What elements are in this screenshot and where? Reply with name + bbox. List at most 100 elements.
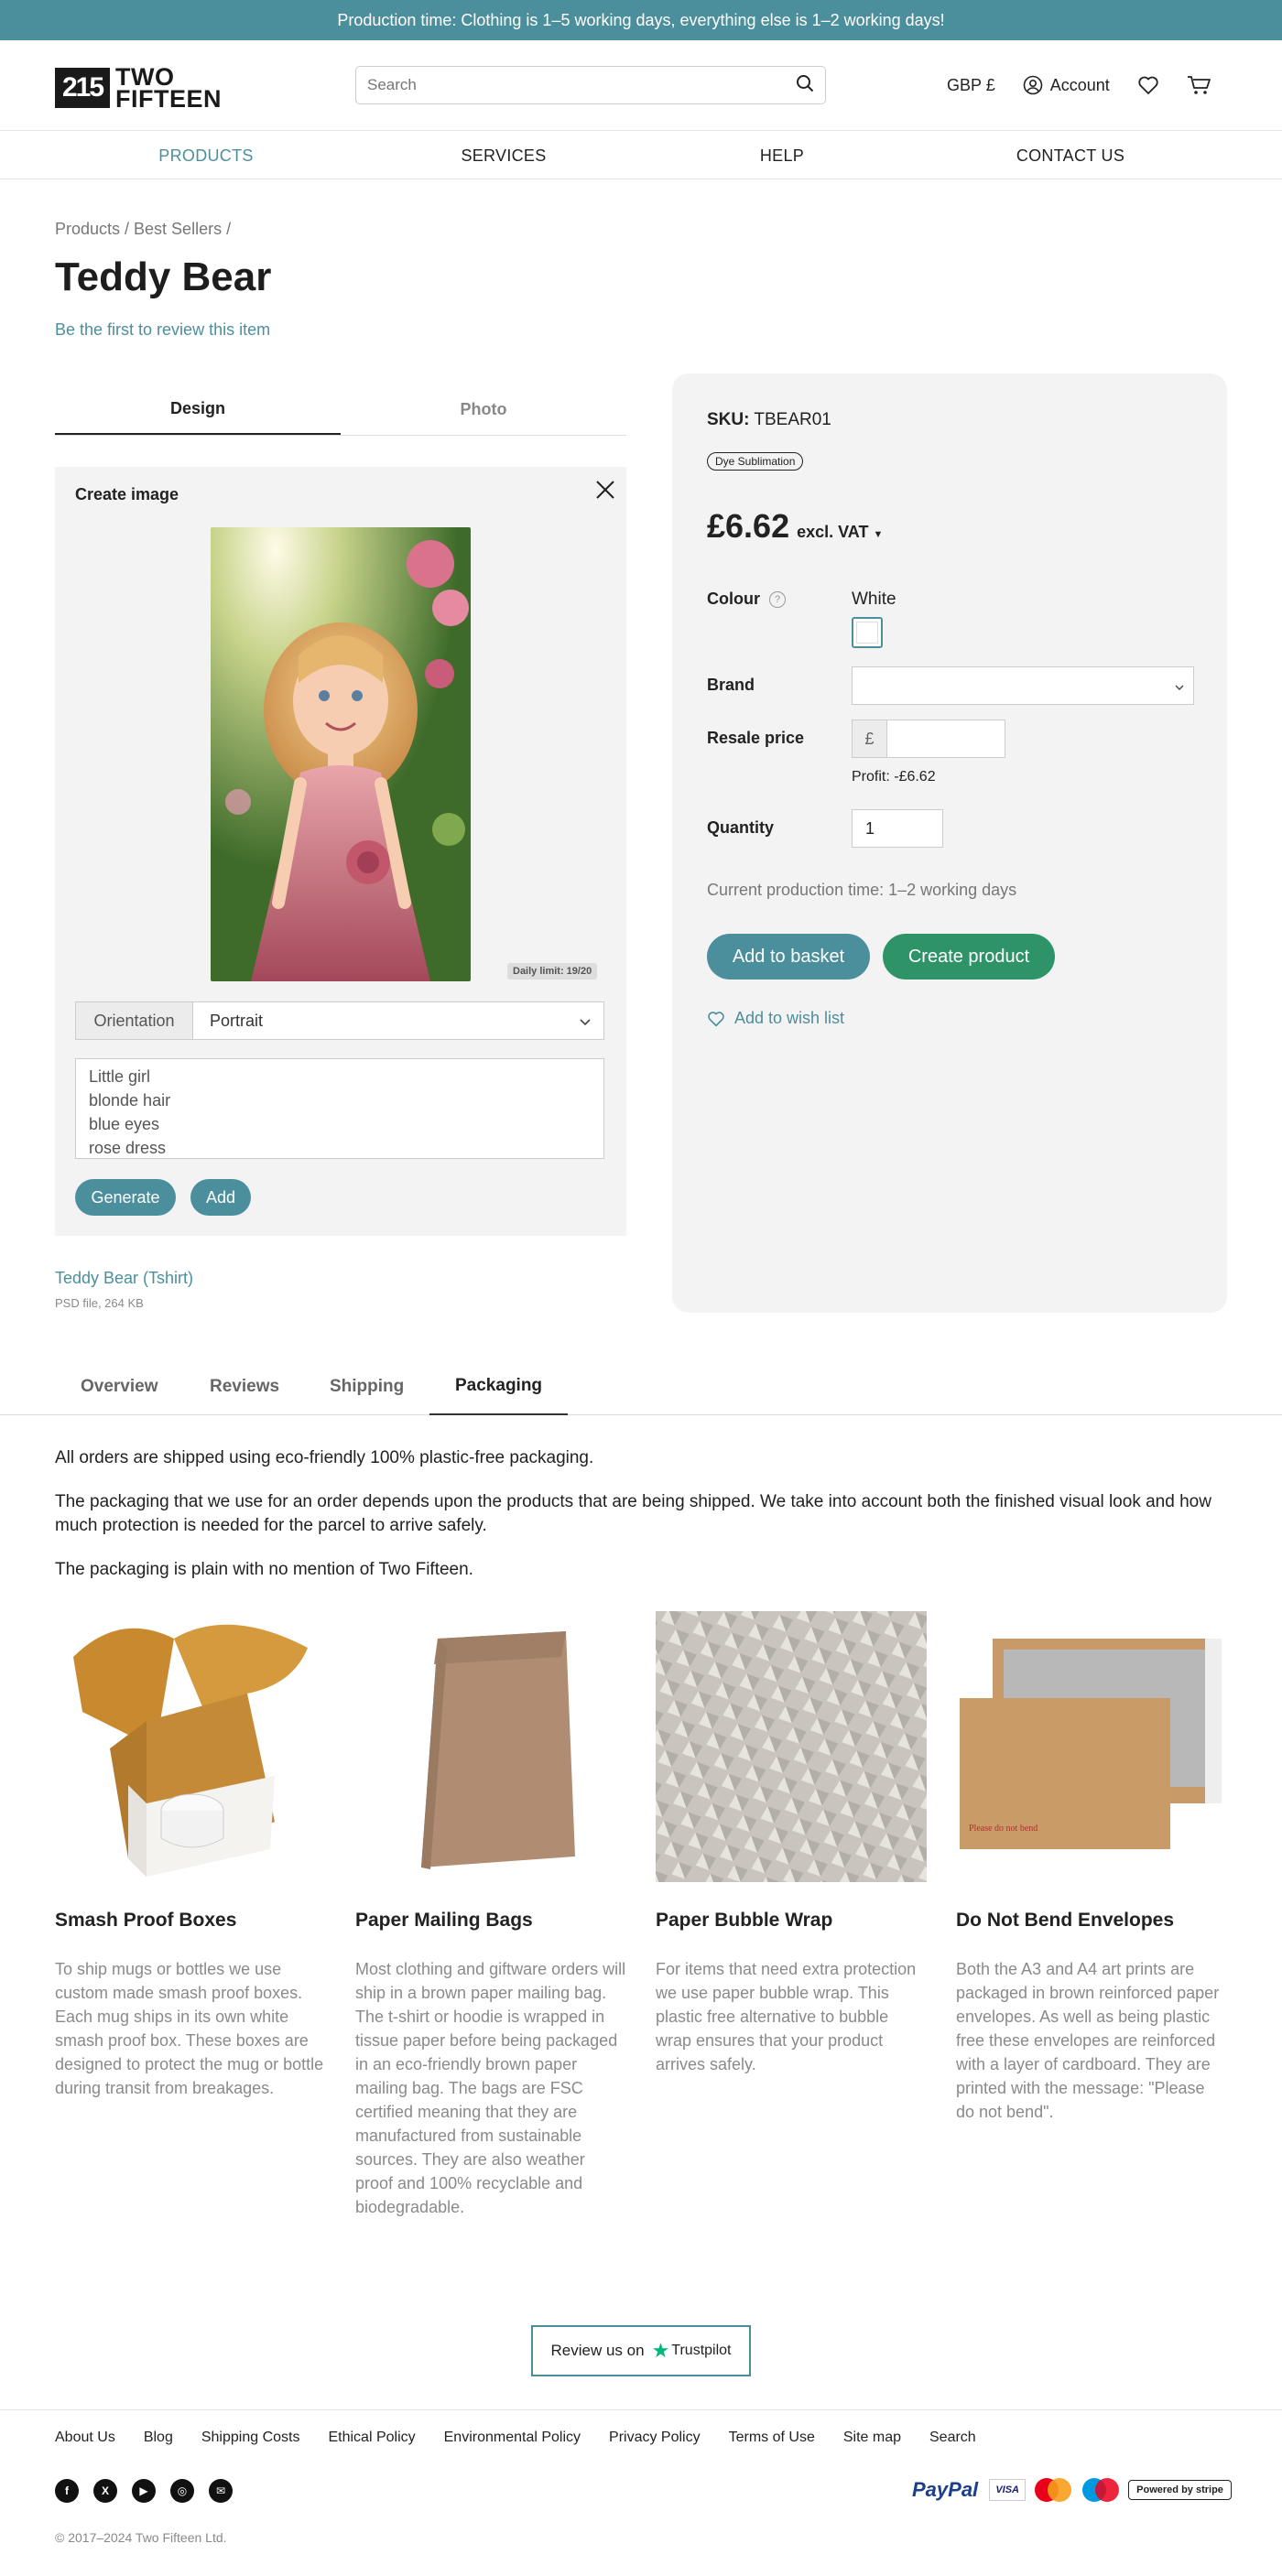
prompt-line: blue eyes [89,1115,160,1133]
footer-link[interactable]: Site map [843,2430,901,2446]
tab-photo[interactable]: Photo [341,384,626,435]
heart-icon[interactable] [1137,75,1159,95]
payment-methods: PayPal VISA Powered by stripe [912,2477,1232,2503]
site-logo[interactable]: 215 TWO FIFTEEN [55,65,222,113]
packaging-description: Both the A3 and A4 art prints are packag… [956,1960,1220,2121]
stripe-badge: Powered by stripe [1128,2480,1232,2500]
breadcrumb[interactable]: Products / Best Sellers / [55,220,231,239]
logo-line-2: FIFTEEN [115,85,222,113]
tab-design[interactable]: Design [55,384,341,435]
envelope-print-text: Please do not bend [969,1824,1038,1834]
do-not-bend-envelope-image: Please do not bend [956,1611,1227,1882]
smash-proof-box-image [55,1611,326,1882]
page-title: Teddy Bear [55,254,272,299]
purchase-panel: SKU: TBEAR01 Dye Sublimation £6.62 excl.… [672,373,1227,1313]
first-review-link[interactable]: Be the first to review this item [55,320,270,340]
footer-divider [0,2409,1282,2410]
prompt-line: blonde hair [89,1091,171,1109]
packaging-title: Smash Proof Boxes [55,1910,237,1931]
tab-shipping[interactable]: Shipping [330,1358,404,1415]
create-image-panel: Create image Daily limit: 19/20 Orientat… [55,467,626,1236]
nav-services[interactable]: SERVICES [412,131,595,180]
main-nav: PRODUCTS SERVICES HELP CONTACT US [0,130,1282,179]
brand-select[interactable] [852,666,1194,705]
trustpilot-button[interactable]: Review us on ★ Trustpilot [531,2325,751,2376]
generate-button[interactable]: Generate [75,1179,176,1216]
brand-label: Brand [707,676,755,694]
quantity-input[interactable]: 1 [852,809,943,848]
footer-link[interactable]: Blog [144,2430,173,2446]
orientation-value: Portrait [210,1011,264,1030]
add-to-basket-button[interactable]: Add to basket [707,934,870,980]
add-button[interactable]: Add [190,1179,251,1216]
chevron-down-icon [1175,676,1184,696]
search-bar[interactable] [355,66,826,104]
generated-image [211,527,471,981]
footer-link[interactable]: Terms of Use [729,2430,815,2446]
tab-packaging[interactable]: Packaging [429,1358,569,1415]
orientation-label: Orientation [76,1002,193,1039]
production-banner: Production time: Clothing is 1–5 working… [0,0,1282,40]
sku: SKU: TBEAR01 [707,410,831,430]
vat-toggle[interactable]: excl. VAT ▼ [797,523,883,542]
account-link[interactable]: Account [1023,75,1110,95]
tab-reviews[interactable]: Reviews [210,1358,279,1415]
packaging-description: Most clothing and giftware orders will s… [355,1960,626,2216]
nav-products[interactable]: PRODUCTS [114,131,298,180]
production-time: Current production time: 1–2 working day… [707,881,1017,899]
nav-help[interactable]: HELP [690,131,874,180]
currency-selector[interactable]: GBP £ [947,76,995,95]
footer-link[interactable]: Environmental Policy [444,2430,581,2446]
trustpilot-prefix: Review us on [550,2342,645,2359]
maestro-icon [1081,2477,1121,2503]
tab-overview[interactable]: Overview [81,1358,158,1415]
sku-value: TBEAR01 [754,410,831,429]
orientation-select[interactable]: Orientation Portrait [75,1001,604,1040]
instagram-icon[interactable]: ◎ [170,2479,194,2503]
design-file-link[interactable]: Teddy Bear (Tshirt) [55,1269,193,1288]
footer-link[interactable]: Search [929,2430,976,2446]
search-input[interactable] [367,76,796,94]
resale-price-input[interactable]: £ [852,720,1005,758]
prompt-line: rose dress [89,1139,167,1157]
close-icon[interactable] [592,476,619,503]
packaging-paragraph: All orders are shipped using eco-friendl… [55,1448,594,1467]
daily-limit-badge: Daily limit: 19/20 [507,963,598,980]
resale-label: Resale price [707,729,805,747]
search-icon[interactable] [796,74,814,97]
create-image-title: Create image [75,485,179,503]
packaging-paragraph: The packaging that we use for an order d… [55,1492,1211,1535]
chevron-down-icon [580,1012,591,1031]
cart-icon[interactable] [1187,74,1212,96]
email-icon[interactable]: ✉ [209,2479,233,2503]
account-label: Account [1049,75,1110,94]
prompt-textarea[interactable]: Little girl blonde hair blue eyes rose d… [75,1058,604,1159]
colour-label: Colour? [707,590,786,609]
print-method-badge: Dye Sublimation [707,452,804,471]
footer-link[interactable]: About Us [55,2430,115,2446]
footer-link[interactable]: Ethical Policy [328,2430,415,2446]
profit-text: Profit: -£6.62 [852,769,936,785]
header-actions: GBP £ Account [947,66,1240,104]
nav-contact[interactable]: CONTACT US [979,131,1162,180]
paper-mailing-bag-image [355,1611,626,1882]
packaging-title: Do Not Bend Envelopes [956,1910,1175,1931]
mastercard-icon [1033,2477,1073,2503]
footer-link[interactable]: Privacy Policy [609,2430,701,2446]
help-icon[interactable]: ? [769,590,786,608]
footer-link[interactable]: Shipping Costs [201,2430,300,2446]
create-product-button[interactable]: Create product [883,934,1055,980]
info-tabs: Overview Reviews Shipping Packaging [0,1358,1282,1415]
add-to-wishlist-link[interactable]: Add to wish list [707,1009,844,1028]
paypal-logo: PayPal [912,2478,979,2501]
facebook-icon[interactable]: f [55,2479,79,2503]
packaging-paragraph: The packaging is plain with no mention o… [55,1560,473,1579]
footer-links: About Us Blog Shipping Costs Ethical Pol… [55,2430,1005,2446]
packaging-title: Paper Mailing Bags [355,1910,533,1931]
youtube-icon[interactable]: ▶ [132,2479,156,2503]
x-icon[interactable]: X [93,2479,117,2503]
design-tabs: Design Photo [55,384,626,436]
account-icon [1023,75,1043,95]
colour-swatch-white[interactable] [852,617,883,648]
prompt-line: Little girl [89,1067,151,1086]
